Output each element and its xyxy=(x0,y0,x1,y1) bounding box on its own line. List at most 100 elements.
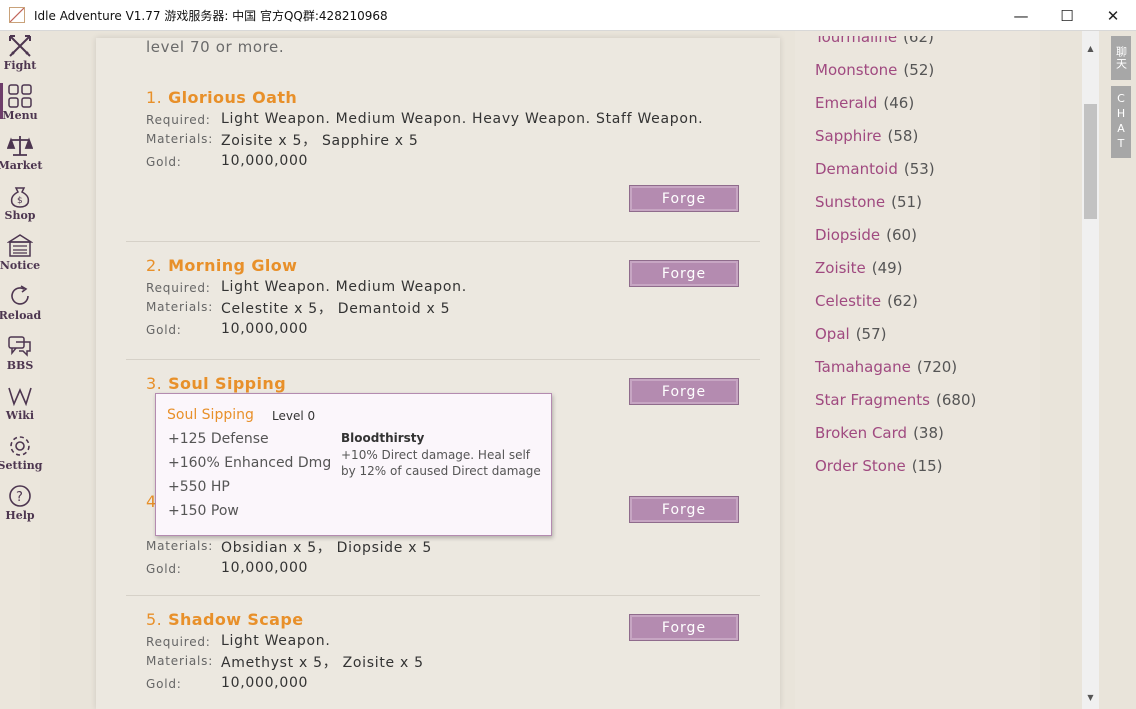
gold-row: Gold: 10,000,000 xyxy=(146,321,309,337)
chat-tab-cn[interactable]: 聊天 xyxy=(1111,36,1131,80)
gem-item[interactable]: Zoisite (49) xyxy=(815,259,903,277)
nav-label: Menu xyxy=(2,109,38,122)
divider xyxy=(126,241,760,242)
tooltip-skill-name: Bloodthirsty xyxy=(341,431,425,445)
recipe-name[interactable]: Shadow Scape xyxy=(168,610,303,629)
gem-item[interactable]: Tamahagane (720) xyxy=(815,358,957,376)
tooltip-stat: +125 Defense xyxy=(168,431,269,447)
scroll-down-icon[interactable]: ▼ xyxy=(1082,690,1099,704)
nav-item-setting[interactable]: Setting xyxy=(0,431,43,481)
nav-label: Setting xyxy=(0,459,43,472)
window-controls: — ☐ ✕ xyxy=(998,0,1136,31)
chat-tab-en[interactable]: CHAT xyxy=(1111,86,1131,158)
tooltip-stat: +160% Enhanced Dmg xyxy=(168,455,332,471)
close-button[interactable]: ✕ xyxy=(1090,0,1136,31)
scroll-up-icon[interactable]: ▲ xyxy=(1082,41,1099,55)
forge-button[interactable]: Forge xyxy=(629,496,739,523)
gem-item[interactable]: Broken Card (38) xyxy=(815,424,944,442)
scales-icon xyxy=(7,136,33,156)
gem-item[interactable]: Order Stone (15) xyxy=(815,457,943,475)
gold-row: Gold: 10,000,000 xyxy=(146,675,309,691)
nav-item-bbs[interactable]: BBS xyxy=(0,331,40,381)
required-row: Required: Light Weapon. Medium Weapon. He… xyxy=(146,111,704,127)
required-row: Required: Light Weapon. xyxy=(146,633,331,649)
gear-icon xyxy=(10,436,30,456)
minimize-button[interactable]: — xyxy=(998,0,1044,31)
tooltip-level: Level 0 xyxy=(272,409,316,423)
notice-board-icon xyxy=(7,234,33,257)
nav-item-reload[interactable]: Reload xyxy=(0,281,42,331)
tooltip-item-name: Soul Sipping xyxy=(167,407,254,423)
nav-item-wiki[interactable]: Wiki xyxy=(0,381,40,431)
recipe-name[interactable]: Soul Sipping xyxy=(168,374,286,393)
nav-label: Shop xyxy=(4,209,36,222)
recipe-name[interactable]: Glorious Oath xyxy=(168,88,297,107)
materials-row: Materials: Amethyst x 5， Zoisite x 5 xyxy=(146,654,424,671)
tooltip-stat: +550 HP xyxy=(168,479,230,495)
nav-item-fight[interactable]: Fight xyxy=(0,31,40,81)
money-bag-icon: $ xyxy=(10,187,30,208)
maximize-button[interactable]: ☐ xyxy=(1044,0,1090,31)
scroll-thumb[interactable] xyxy=(1084,104,1097,219)
materials-row: Materials: Zoisite x 5， Sapphire x 5 xyxy=(146,132,419,149)
required-row: Required: Light Weapon. Medium Weapon. xyxy=(146,279,467,295)
gem-item[interactable]: Sapphire (58) xyxy=(815,127,918,145)
gem-item[interactable]: Diopside (60) xyxy=(815,226,917,244)
recipe-item: 1. Glorious Oath Required: Light Weapon. … xyxy=(146,88,703,169)
app-icon xyxy=(9,7,25,23)
nav-label: Fight xyxy=(3,59,37,72)
left-nav: Fight Menu Market $ Shop Notice Reload B… xyxy=(0,31,43,709)
nav-item-help[interactable]: ? Help xyxy=(0,481,40,531)
wiki-icon xyxy=(8,387,32,407)
nav-item-notice[interactable]: Notice xyxy=(0,231,40,281)
nav-label: Help xyxy=(5,509,35,522)
gem-item[interactable]: Emerald (46) xyxy=(815,94,914,112)
svg-text:$: $ xyxy=(17,196,23,206)
recipe-title: 2. Morning Glow xyxy=(146,256,298,275)
nav-label: BBS xyxy=(6,359,34,372)
materials-row: Materials: Obsidian x 5， Diopside x 5 xyxy=(146,539,432,556)
intro-text: level 70 or more. xyxy=(146,38,285,56)
reload-icon xyxy=(11,285,29,305)
gem-item[interactable]: Moonstone (52) xyxy=(815,61,934,79)
item-tooltip: Soul Sipping Level 0 +125 Defense +160% … xyxy=(155,393,552,536)
gem-item[interactable]: Demantoid (53) xyxy=(815,160,935,178)
gem-item[interactable]: Star Fragments (680) xyxy=(815,391,976,409)
nav-label: Wiki xyxy=(5,409,35,422)
gold-row: Gold: 10,000,000 xyxy=(146,153,309,169)
forge-button[interactable]: Forge xyxy=(629,614,739,641)
gem-item[interactable]: Celestite (62) xyxy=(815,292,918,310)
gold-row: Gold: 10,000,000 xyxy=(146,560,309,576)
gem-item[interactable]: Opal (57) xyxy=(815,325,886,343)
window-title: Idle Adventure V1.77 游戏服务器: 中国 官方QQ群:428… xyxy=(34,8,388,23)
recipe-title: 3. Soul Sipping xyxy=(146,374,287,393)
forge-button[interactable]: Forge xyxy=(629,378,739,405)
forge-button[interactable]: Forge xyxy=(629,260,739,287)
nav-item-shop[interactable]: $ Shop xyxy=(0,181,40,231)
title-bar: Idle Adventure V1.77 游戏服务器: 中国 官方QQ群:428… xyxy=(0,0,1136,31)
scrollbar[interactable]: ▲ ▼ xyxy=(1082,31,1099,709)
nav-label: Market xyxy=(0,159,43,172)
recipe-item: 5. Shadow Scape Required: Light Weapon. M… xyxy=(146,610,424,691)
crossed-swords-icon xyxy=(9,35,31,57)
tooltip-stat: +150 Pow xyxy=(168,503,239,519)
help-icon: ? xyxy=(9,485,31,507)
chat-bubbles-icon xyxy=(8,336,31,357)
nav-label: Reload xyxy=(0,309,42,322)
recipe-item: 3. Soul Sipping xyxy=(146,374,286,393)
nav-label: Notice xyxy=(0,259,41,272)
recipe-item: 2. Morning Glow Required: Light Weapon. M… xyxy=(146,256,467,337)
materials-row: Materials: Celestite x 5， Demantoid x 5 xyxy=(146,300,451,317)
recipe-title: 1. Glorious Oath xyxy=(146,88,298,107)
nav-item-market[interactable]: Market xyxy=(0,131,43,181)
recipe-name[interactable]: Morning Glow xyxy=(168,256,297,275)
recipe-title: 5. Shadow Scape xyxy=(146,610,304,629)
tooltip-skill-desc: +10% Direct damage. Heal self by 12% of … xyxy=(341,448,541,478)
forge-button[interactable]: Forge xyxy=(629,185,739,212)
divider xyxy=(126,595,760,596)
svg-text:?: ? xyxy=(16,490,23,505)
gem-item[interactable]: Sunstone (51) xyxy=(815,193,922,211)
nav-item-menu[interactable]: Menu xyxy=(0,81,40,131)
divider xyxy=(126,359,760,360)
grid-menu-icon xyxy=(8,84,32,108)
